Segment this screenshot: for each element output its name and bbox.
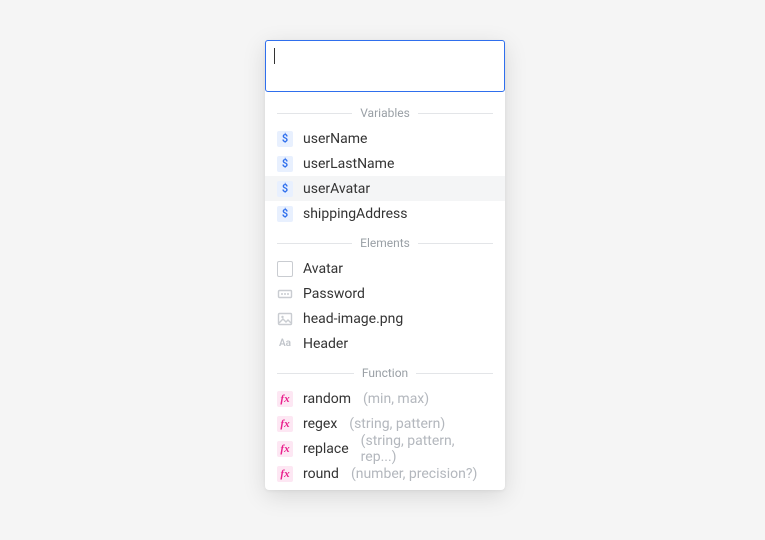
fx-icon: fx [277,416,293,432]
section-elements: Elements Avatar Password head-image.png … [265,230,505,360]
divider [277,373,354,374]
element-label: Avatar [303,261,343,277]
function-args: (string, pattern, rep...) [361,433,493,465]
variable-label: userLastName [303,156,394,172]
element-label: Header [303,336,348,352]
dollar-icon: $ [277,206,293,222]
autocomplete-panel: Variables $ userName $ userLastName $ us… [265,40,505,490]
function-args: (string, pattern) [349,416,445,432]
variable-item-shippingaddress[interactable]: $ shippingAddress [265,201,505,226]
fx-icon: fx [277,466,293,482]
section-title: Variables [360,106,410,120]
variable-label: userName [303,131,367,147]
expression-input[interactable] [265,40,505,92]
function-name: regex [303,416,337,432]
function-item-replace[interactable]: fx replace (string, pattern, rep...) [265,436,505,461]
section-title: Elements [360,236,410,250]
function-item-round[interactable]: fx round (number, precision?) [265,461,505,486]
element-item-password[interactable]: Password [265,281,505,306]
element-item-header[interactable]: Aa Header [265,331,505,356]
function-name: replace [303,441,349,457]
function-name: random [303,391,351,407]
divider [277,113,352,114]
square-icon [277,261,293,277]
variable-label: userAvatar [303,181,370,197]
dollar-icon: $ [277,156,293,172]
element-item-avatar[interactable]: Avatar [265,256,505,281]
text-caret [274,48,275,64]
divider [418,243,493,244]
element-label: Password [303,286,365,302]
variable-item-username[interactable]: $ userName [265,126,505,151]
divider [416,373,493,374]
image-icon [277,311,293,327]
section-header-elements: Elements [265,230,505,256]
variable-label: shippingAddress [303,206,407,222]
variable-item-useravatar[interactable]: $ userAvatar [265,176,505,201]
element-item-headimage[interactable]: head-image.png [265,306,505,331]
variable-item-userlastname[interactable]: $ userLastName [265,151,505,176]
section-functions: Function fx random (min, max) fx regex (… [265,360,505,490]
text-icon: Aa [277,336,293,352]
section-title: Function [362,366,408,380]
function-name: round [303,466,339,482]
dollar-icon: $ [277,181,293,197]
dollar-icon: $ [277,131,293,147]
function-item-random[interactable]: fx random (min, max) [265,386,505,411]
function-args: (number, precision?) [351,466,477,482]
divider [277,243,352,244]
password-icon [277,286,293,302]
element-label: head-image.png [303,311,403,327]
section-header-variables: Variables [265,100,505,126]
section-variables: Variables $ userName $ userLastName $ us… [265,100,505,230]
function-args: (min, max) [363,391,429,407]
divider [418,113,493,114]
section-header-functions: Function [265,360,505,386]
fx-icon: fx [277,391,293,407]
fx-icon: fx [277,441,293,457]
